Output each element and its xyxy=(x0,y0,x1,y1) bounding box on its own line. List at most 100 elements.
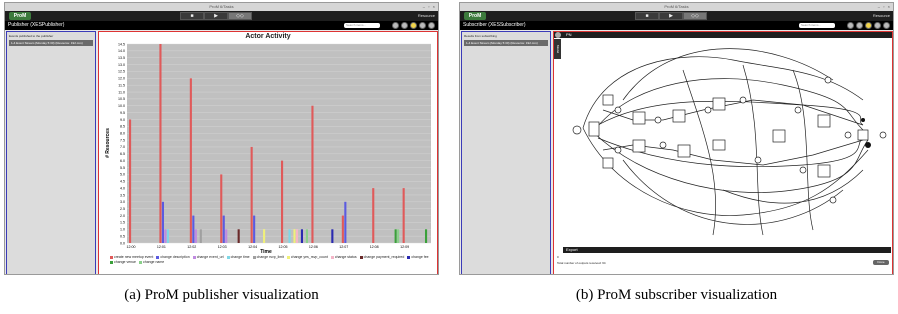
transition[interactable] xyxy=(712,139,726,151)
y-tick-label: 1.0 xyxy=(120,228,125,232)
place[interactable] xyxy=(754,156,762,164)
star-icon[interactable] xyxy=(865,22,872,29)
close-icon[interactable] xyxy=(555,32,561,38)
transition[interactable] xyxy=(857,129,869,141)
transition[interactable] xyxy=(672,109,686,123)
place-marked[interactable] xyxy=(865,142,871,148)
petri-net-panel: PN Model Export 0 Total number of output… xyxy=(553,31,893,274)
transition[interactable] xyxy=(677,144,691,158)
up-icon[interactable] xyxy=(856,22,863,29)
transition[interactable] xyxy=(602,157,614,169)
bar xyxy=(424,229,428,243)
tab-actions[interactable]: ▶ xyxy=(204,12,228,20)
legend-swatch xyxy=(226,255,230,259)
legend-label: change event_url xyxy=(196,255,224,259)
place-marked[interactable] xyxy=(861,118,865,122)
transition[interactable] xyxy=(817,164,831,178)
transition[interactable] xyxy=(712,97,726,111)
place[interactable] xyxy=(829,196,837,204)
legend-item: change time xyxy=(224,255,250,259)
stop-icon[interactable] xyxy=(419,22,426,29)
stop-icon[interactable] xyxy=(874,22,881,29)
place[interactable] xyxy=(879,131,887,139)
bar xyxy=(305,229,308,243)
bar xyxy=(225,229,228,243)
transition[interactable] xyxy=(588,121,600,137)
place[interactable] xyxy=(654,116,662,124)
place[interactable] xyxy=(844,131,852,139)
view-header: Subscriber (XESSubscriber) Search items.… xyxy=(460,21,893,30)
bar xyxy=(129,119,132,243)
window-controls[interactable]: – ▫ × xyxy=(878,3,891,11)
toolbar-right-label[interactable]: Resource xyxy=(418,12,435,20)
view-title: Publisher (XESPublisher) xyxy=(8,22,65,28)
net-header: PN xyxy=(554,32,892,38)
search-input[interactable]: Search items... xyxy=(344,23,380,28)
place[interactable] xyxy=(704,106,712,114)
y-tick-label: 11.5 xyxy=(118,83,125,87)
legend-label: create new meetup event xyxy=(114,255,154,259)
place[interactable] xyxy=(614,106,622,114)
bar xyxy=(250,146,253,243)
tab-workspace[interactable]: ■ xyxy=(635,12,659,20)
y-tick-label: 12.0 xyxy=(118,77,125,81)
bar xyxy=(394,229,397,243)
place[interactable] xyxy=(659,141,667,149)
stream-item[interactable]: 1-4 Event Stream (Monday 5:30) (Resource… xyxy=(9,40,93,46)
prom-logo: ProM xyxy=(9,12,31,20)
place[interactable] xyxy=(614,146,622,154)
info-icon[interactable] xyxy=(847,22,854,29)
bar xyxy=(397,229,400,243)
legend-label: change time xyxy=(230,255,250,259)
place[interactable] xyxy=(739,96,747,104)
transition[interactable] xyxy=(602,94,614,106)
tab-views[interactable]: ◇◇ xyxy=(228,12,252,20)
legend-swatch xyxy=(192,255,196,259)
info-icon[interactable] xyxy=(392,22,399,29)
transition[interactable] xyxy=(772,129,786,143)
place[interactable] xyxy=(794,106,802,114)
transition[interactable] xyxy=(632,139,646,153)
legend-item: change yes_rsvp_count xyxy=(284,255,328,259)
y-tick-label: 10.5 xyxy=(118,97,125,101)
transition[interactable] xyxy=(632,111,646,125)
main-toolbar: ProM ■ ▶ ◇◇ Resource xyxy=(460,11,893,21)
legend-label: change description xyxy=(160,255,190,259)
export-bar[interactable]: Export xyxy=(563,247,891,253)
y-tick-label: 3.5 xyxy=(120,193,125,197)
place[interactable] xyxy=(824,76,832,84)
bar xyxy=(300,229,304,243)
tab-views[interactable]: ◇◇ xyxy=(683,12,707,20)
legend-label: change rsvp_limit xyxy=(256,255,284,259)
grid-icon[interactable] xyxy=(428,22,435,29)
transition[interactable] xyxy=(817,114,831,128)
place[interactable] xyxy=(572,125,582,135)
bar xyxy=(192,215,195,243)
bar xyxy=(164,229,167,243)
stream-item[interactable]: 1-4 Event Stream (Monday 5:30) (Resource… xyxy=(464,40,548,46)
y-tick-label: 0.5 xyxy=(120,234,125,238)
tab-workspace[interactable]: ■ xyxy=(180,12,204,20)
toolbar-right-label[interactable]: Resource xyxy=(873,12,890,20)
panel-label: Events published to the publisher xyxy=(9,34,54,38)
bar xyxy=(237,229,240,243)
bar xyxy=(295,229,299,243)
y-tick-label: 13.0 xyxy=(118,63,125,67)
done-button[interactable]: Done xyxy=(873,260,889,265)
up-icon[interactable] xyxy=(401,22,408,29)
petri-net-graph xyxy=(572,48,887,236)
x-tick-label: 12:03 xyxy=(218,245,227,249)
star-icon[interactable] xyxy=(410,22,417,29)
window-titlebar: ProM 6/Tasks – ▫ × xyxy=(5,3,438,11)
y-tick-label: 5.0 xyxy=(120,173,125,177)
tab-actions[interactable]: ▶ xyxy=(659,12,683,20)
window-controls[interactable]: – ▫ × xyxy=(423,3,436,11)
model-tab[interactable]: Model xyxy=(554,39,561,59)
grid-icon[interactable] xyxy=(883,22,890,29)
y-tick-label: 4.5 xyxy=(120,180,125,184)
net-header-label: PN xyxy=(566,32,572,37)
place[interactable] xyxy=(799,166,807,174)
y-tick-label: 9.5 xyxy=(120,111,125,115)
search-input[interactable]: Search items... xyxy=(799,23,835,28)
legend-item: change name xyxy=(136,260,164,264)
